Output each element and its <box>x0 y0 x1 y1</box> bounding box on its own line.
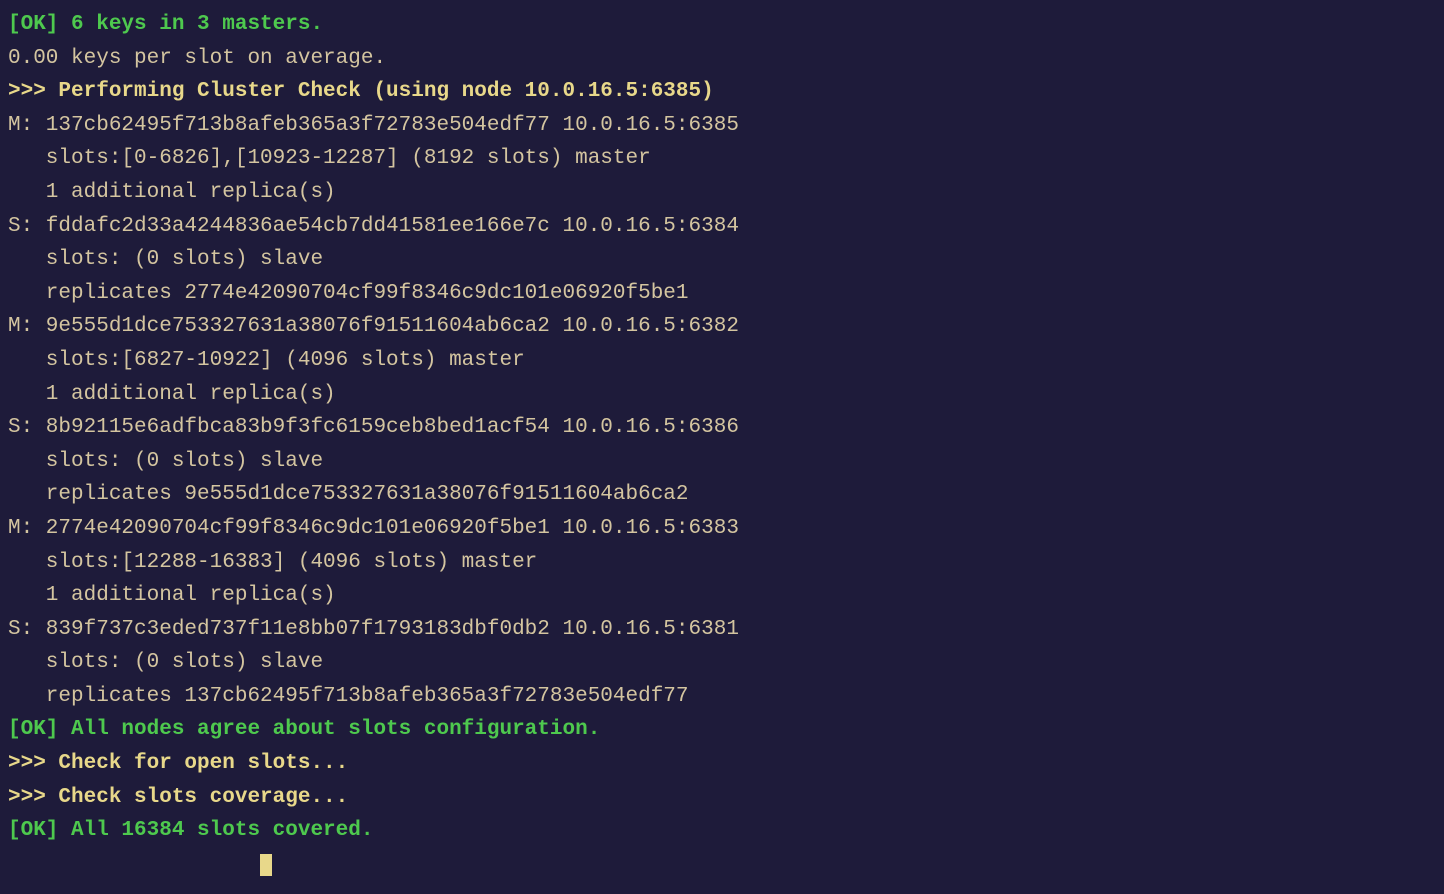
node-slave-header: S: 839f737c3eded737f11e8bb07f1793183dbf0… <box>8 613 1436 647</box>
node-replicates: replicates 137cb62495f713b8afeb365a3f727… <box>8 680 1436 714</box>
node-slots: slots: (0 slots) slave <box>8 646 1436 680</box>
ok-nodes-agree: [OK] All nodes agree about slots configu… <box>8 713 1436 747</box>
node-replica: 1 additional replica(s) <box>8 176 1436 210</box>
check-open-slots: >>> Check for open slots... <box>8 747 1436 781</box>
node-master-header: M: 137cb62495f713b8afeb365a3f72783e504ed… <box>8 109 1436 143</box>
node-slots: slots:[0-6826],[10923-12287] (8192 slots… <box>8 142 1436 176</box>
node-replica: 1 additional replica(s) <box>8 378 1436 412</box>
ok-slots-covered: [OK] All 16384 slots covered. <box>8 814 1436 848</box>
prompt-line[interactable] <box>8 848 1436 882</box>
node-slots: slots: (0 slots) slave <box>8 445 1436 479</box>
node-replica: 1 additional replica(s) <box>8 579 1436 613</box>
terminal-output[interactable]: [OK] 6 keys in 3 masters. 0.00 keys per … <box>8 8 1436 881</box>
node-slave-header: S: fddafc2d33a4244836ae54cb7dd41581ee166… <box>8 210 1436 244</box>
node-slots: slots:[12288-16383] (4096 slots) master <box>8 546 1436 580</box>
node-master-header: M: 9e555d1dce753327631a38076f91511604ab6… <box>8 310 1436 344</box>
node-slots: slots:[6827-10922] (4096 slots) master <box>8 344 1436 378</box>
node-slots: slots: (0 slots) slave <box>8 243 1436 277</box>
avg-line: 0.00 keys per slot on average. <box>8 42 1436 76</box>
node-replicates: replicates 9e555d1dce753327631a38076f915… <box>8 478 1436 512</box>
node-master-header: M: 2774e42090704cf99f8346c9dc101e06920f5… <box>8 512 1436 546</box>
cluster-check-header: >>> Performing Cluster Check (using node… <box>8 75 1436 109</box>
ok-keys-line: [OK] 6 keys in 3 masters. <box>8 8 1436 42</box>
check-slots-coverage: >>> Check slots coverage... <box>8 781 1436 815</box>
cursor-icon <box>260 854 272 876</box>
node-slave-header: S: 8b92115e6adfbca83b9f3fc6159ceb8bed1ac… <box>8 411 1436 445</box>
node-replicates: replicates 2774e42090704cf99f8346c9dc101… <box>8 277 1436 311</box>
